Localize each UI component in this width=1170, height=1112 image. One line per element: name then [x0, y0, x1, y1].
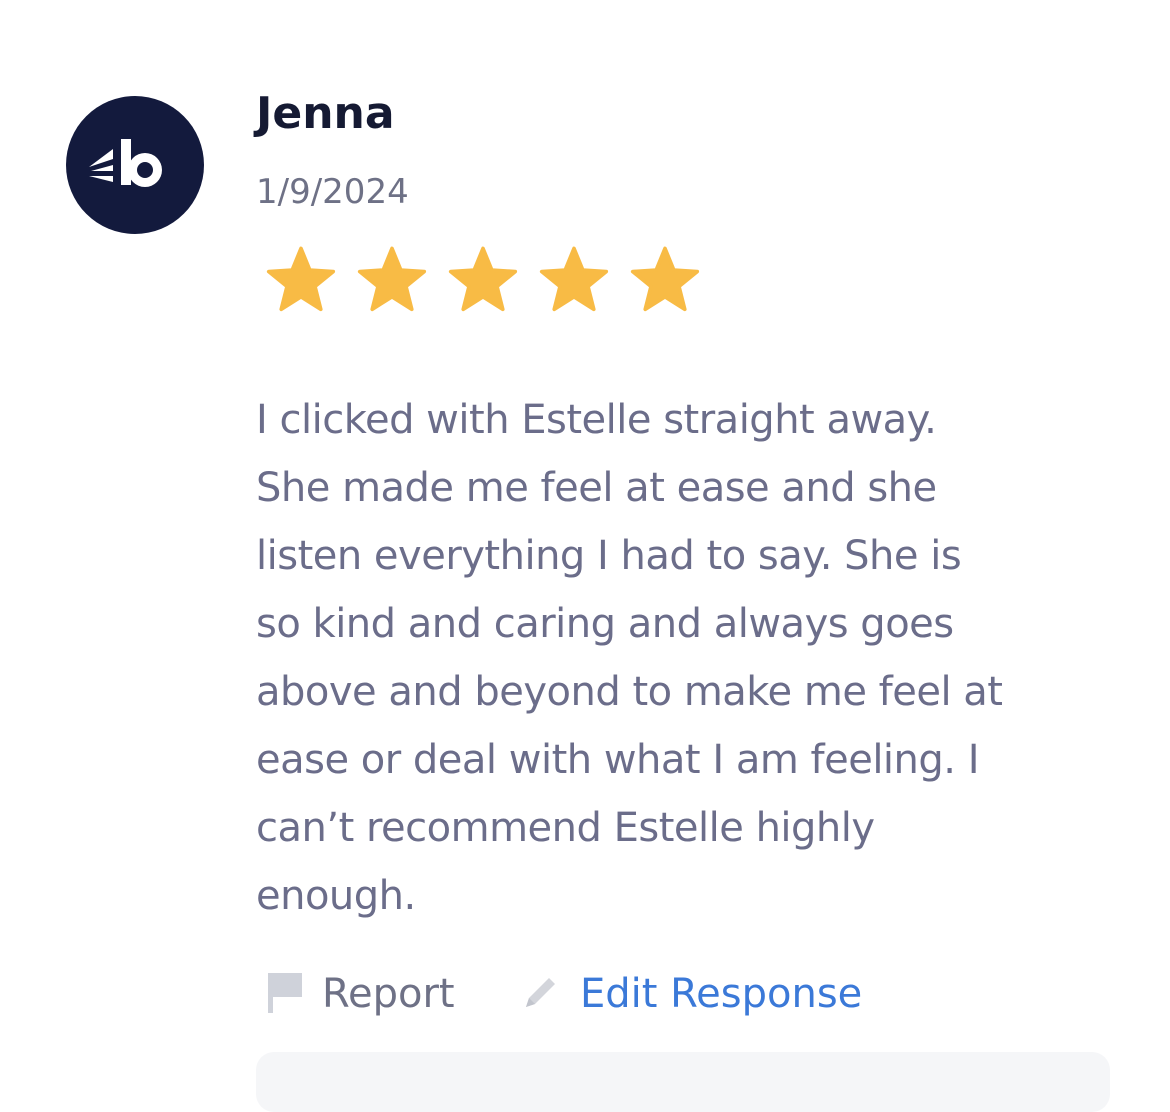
review-body-line: ease or deal with what I am feeling. I — [256, 737, 980, 783]
review-body: I clicked with Estelle straight away. Sh… — [256, 386, 1126, 930]
star-icon — [264, 246, 338, 316]
report-label: Report — [322, 971, 455, 1017]
avatar — [66, 96, 204, 234]
star-icon — [537, 246, 611, 316]
flag-icon — [266, 970, 304, 1018]
review-body-line: I clicked with Estelle straight away. — [256, 397, 937, 443]
review-body-line: so kind and caring and always goes — [256, 601, 954, 647]
edit-response-button[interactable]: Edit Response — [522, 962, 862, 1026]
review-body-line: She made me feel at ease and she — [256, 465, 937, 511]
pencil-icon — [522, 973, 560, 1015]
response-card — [256, 1052, 1110, 1112]
review-body-line: can’t recommend Estelle highly — [256, 805, 875, 851]
review-actions: Report Edit Response — [256, 962, 1136, 1026]
star-icon — [628, 246, 702, 316]
report-button[interactable]: Report — [266, 962, 455, 1026]
reviewer-name: Jenna — [256, 88, 395, 139]
review-body-line: listen everything I had to say. She is — [256, 533, 962, 579]
brand-logo-icon — [89, 139, 162, 187]
star-rating — [264, 246, 702, 316]
star-icon — [355, 246, 429, 316]
review-body-line: above and beyond to make me feel at — [256, 669, 1003, 715]
review-date: 1/9/2024 — [256, 172, 409, 212]
edit-response-label: Edit Response — [580, 971, 863, 1017]
review-body-line: enough. — [256, 873, 416, 919]
star-icon — [446, 246, 520, 316]
